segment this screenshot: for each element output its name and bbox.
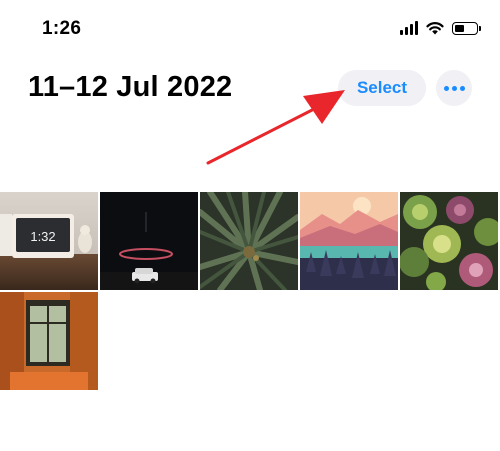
photo-thumbnail[interactable]: 1:32 xyxy=(0,192,98,290)
wifi-icon xyxy=(426,22,444,35)
photo-thumbnail[interactable] xyxy=(300,192,398,290)
cellular-signal-icon xyxy=(400,21,418,35)
photo-thumbnail[interactable] xyxy=(200,192,298,290)
ellipsis-icon xyxy=(443,85,465,91)
status-time: 1:26 xyxy=(42,18,82,39)
status-icons xyxy=(400,21,481,35)
status-bar: 1:26 xyxy=(0,0,500,60)
photo-thumbnail[interactable] xyxy=(100,192,198,290)
photo-thumbnail[interactable] xyxy=(0,292,98,390)
clock-display-text: 1:32 xyxy=(30,229,55,244)
battery-icon xyxy=(452,21,481,35)
page-title: 11–12 Jul 2022 xyxy=(28,71,233,103)
select-button[interactable]: Select xyxy=(338,70,426,106)
more-options-button[interactable] xyxy=(436,70,472,106)
photo-thumbnail[interactable] xyxy=(400,192,498,290)
